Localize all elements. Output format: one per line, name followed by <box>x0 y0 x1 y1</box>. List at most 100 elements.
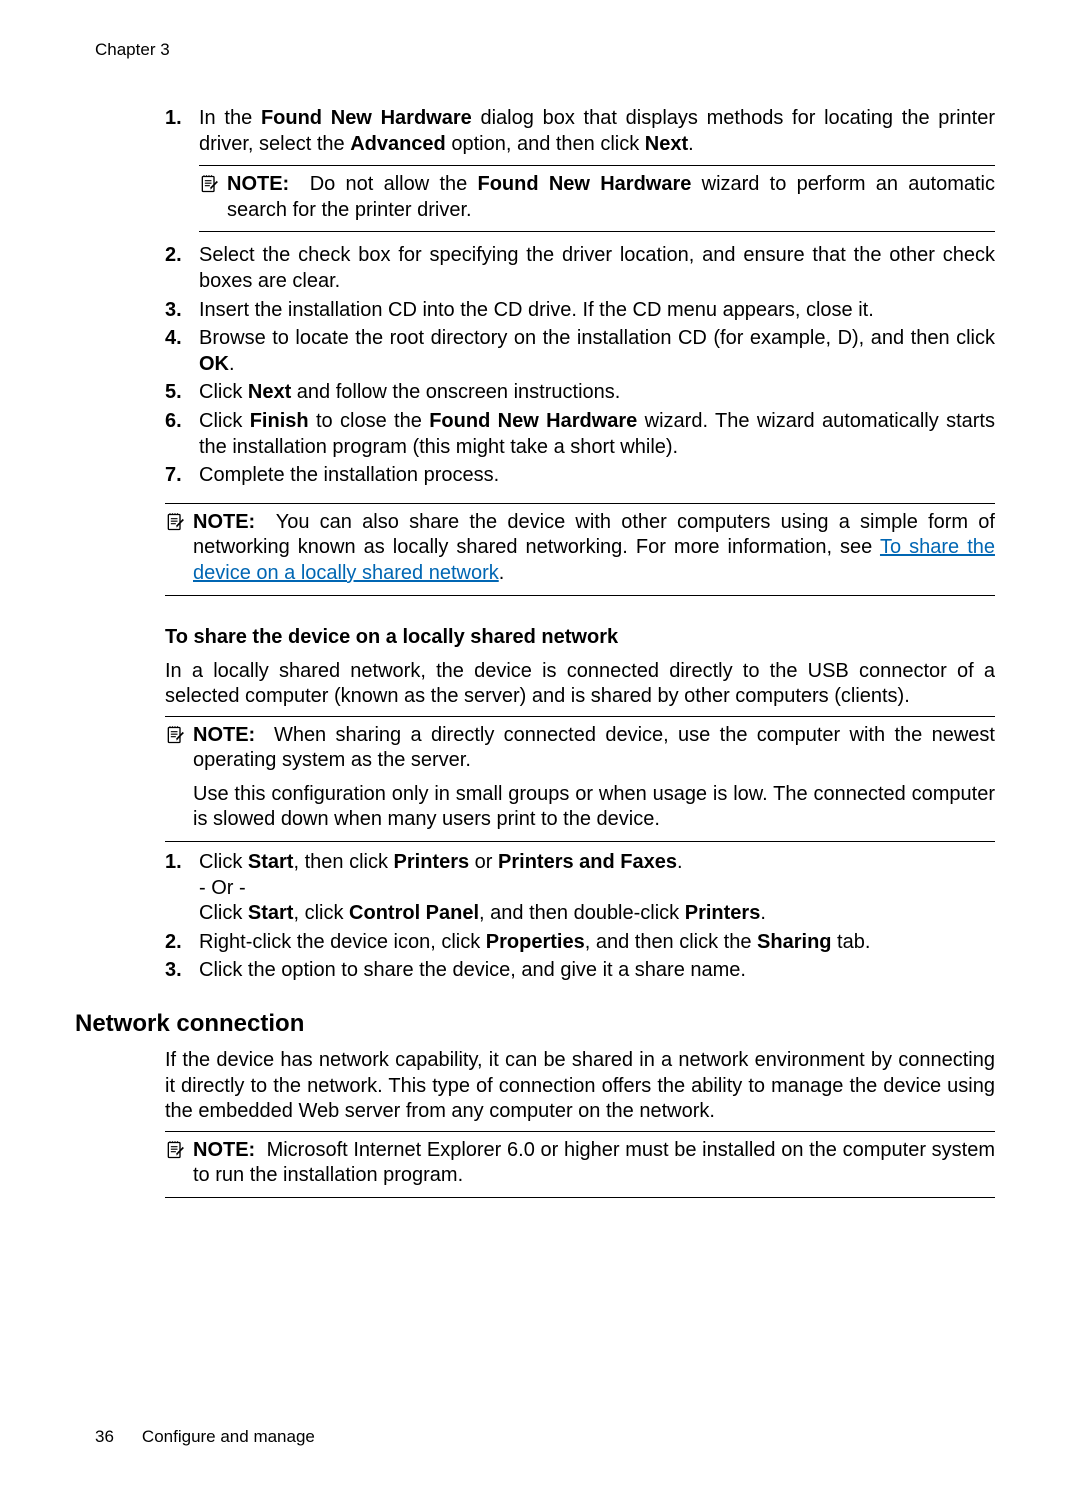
note-label: NOTE: <box>193 724 255 746</box>
content-body: 1. In the Found New Hardware dialog box … <box>165 106 995 1198</box>
note-label: NOTE: <box>193 1139 255 1161</box>
t: and follow the onscreen instructions. <box>291 381 620 403</box>
step-body: Insert the installation CD into the CD d… <box>199 298 995 324</box>
t-bold: Printers and Faxes <box>498 851 677 873</box>
t-bold: Sharing <box>757 931 831 953</box>
heading-share-device: To share the device on a locally shared … <box>165 626 995 649</box>
step-1: 1. In the Found New Hardware dialog box … <box>165 106 995 240</box>
step-body: Select the check box for specifying the … <box>199 243 995 294</box>
chapter-label: Chapter 3 <box>95 40 995 60</box>
t: . <box>499 562 505 584</box>
t-bold: Printers <box>685 902 761 924</box>
t: Click <box>199 410 250 432</box>
note-body: NOTE: You can also share the device with… <box>193 510 995 587</box>
step-number: 7. <box>165 463 199 489</box>
footer-title: Configure and manage <box>142 1427 315 1447</box>
heading-network-connection: Network connection <box>75 1010 905 1038</box>
t-bold: Start <box>248 902 294 924</box>
page-footer: 36 Configure and manage <box>95 1427 315 1447</box>
step-5: 5. Click Next and follow the onscreen in… <box>165 380 995 406</box>
step-4: 4. Browse to locate the root directory o… <box>165 326 995 377</box>
step-body: In the Found New Hardware dialog box tha… <box>199 106 995 240</box>
share-step-3: 3. Click the option to share the device,… <box>165 958 995 984</box>
t-bold: Properties <box>486 931 585 953</box>
step-number: 5. <box>165 380 199 406</box>
t: , then click <box>293 851 393 873</box>
t: . <box>688 133 694 155</box>
share-step-1: 1. Click Start, then click Printers or P… <box>165 850 995 927</box>
t: . <box>677 851 683 873</box>
install-steps-list: 1. In the Found New Hardware dialog box … <box>165 106 995 489</box>
t: , click <box>293 902 349 924</box>
step-number: 6. <box>165 409 199 460</box>
t: Right-click the device icon, click <box>199 931 486 953</box>
note-body: NOTE: Microsoft Internet Explorer 6.0 or… <box>193 1138 995 1189</box>
t: Click <box>199 902 248 924</box>
t: option, and then click <box>446 133 645 155</box>
note-box-1: NOTE: Do not allow the Found New Hardwar… <box>199 165 995 232</box>
step-number: 2. <box>165 243 199 294</box>
network-para: If the device has network capability, it… <box>165 1048 995 1125</box>
note-icon <box>199 172 227 223</box>
step-body: Click Start, then click Printers or Prin… <box>199 850 995 927</box>
t-bold: Next <box>645 133 688 155</box>
step-number: 1. <box>165 850 199 927</box>
t: to close the <box>309 410 430 432</box>
note-icon <box>165 510 193 587</box>
or-text: - Or - <box>199 877 246 899</box>
note-label: NOTE: <box>193 511 255 533</box>
t: When sharing a directly connected device… <box>193 724 995 772</box>
t: , and then double-click <box>479 902 685 924</box>
page-number: 36 <box>95 1427 114 1447</box>
share-step-2: 2. Right-click the device icon, click Pr… <box>165 930 995 956</box>
step-number: 4. <box>165 326 199 377</box>
note-icon <box>165 723 193 833</box>
t: . <box>229 353 235 375</box>
step-6: 6. Click Finish to close the Found New H… <box>165 409 995 460</box>
t: Browse to locate the root directory on t… <box>199 327 995 349</box>
note-body: NOTE: When sharing a directly connected … <box>193 723 995 833</box>
t-bold: OK <box>199 353 229 375</box>
step-number: 1. <box>165 106 199 240</box>
step-7: 7. Complete the installation process. <box>165 463 995 489</box>
t: You can also share the device with other… <box>193 511 995 559</box>
page: Chapter 3 1. In the Found New Hardware d… <box>0 0 1080 1495</box>
t: tab. <box>832 931 871 953</box>
t: In the <box>199 107 261 129</box>
note-icon <box>165 1138 193 1189</box>
step-body: Right-click the device icon, click Prope… <box>199 930 995 956</box>
step-body: Complete the installation process. <box>199 463 995 489</box>
t: . <box>760 902 766 924</box>
t: Use this configuration only in small gro… <box>193 782 995 833</box>
step-2: 2. Select the check box for specifying t… <box>165 243 995 294</box>
t-bold: Found New Hardware <box>429 410 637 432</box>
step-body: Browse to locate the root directory on t… <box>199 326 995 377</box>
t-bold: Start <box>248 851 294 873</box>
share-para: In a locally shared network, the device … <box>165 659 995 710</box>
t-bold: Found New Hardware <box>261 107 472 129</box>
t: Microsoft Internet Explorer 6.0 or highe… <box>193 1139 995 1187</box>
step-3: 3. Insert the installation CD into the C… <box>165 298 995 324</box>
t: or <box>469 851 498 873</box>
t-bold: Control Panel <box>349 902 479 924</box>
t: Do not allow the <box>310 173 478 195</box>
t-bold: Finish <box>250 410 309 432</box>
t-bold: Advanced <box>350 133 446 155</box>
share-steps-list: 1. Click Start, then click Printers or P… <box>165 850 995 984</box>
step-body: Click Next and follow the onscreen instr… <box>199 380 995 406</box>
t: Click <box>199 851 248 873</box>
step-number: 3. <box>165 298 199 324</box>
step-body: Click the option to share the device, an… <box>199 958 995 984</box>
step-number: 2. <box>165 930 199 956</box>
step-number: 3. <box>165 958 199 984</box>
note-body: NOTE: Do not allow the Found New Hardwar… <box>227 172 995 223</box>
t: Click <box>199 381 248 403</box>
t-bold: Next <box>248 381 291 403</box>
t-bold: Found New Hardware <box>478 173 692 195</box>
note-box-4: NOTE: Microsoft Internet Explorer 6.0 or… <box>165 1131 995 1198</box>
note-box-2: NOTE: You can also share the device with… <box>165 503 995 596</box>
t: , and then click the <box>585 931 757 953</box>
note-box-3: NOTE: When sharing a directly connected … <box>165 716 995 842</box>
step-body: Click Finish to close the Found New Hard… <box>199 409 995 460</box>
note-label: NOTE: <box>227 173 289 195</box>
